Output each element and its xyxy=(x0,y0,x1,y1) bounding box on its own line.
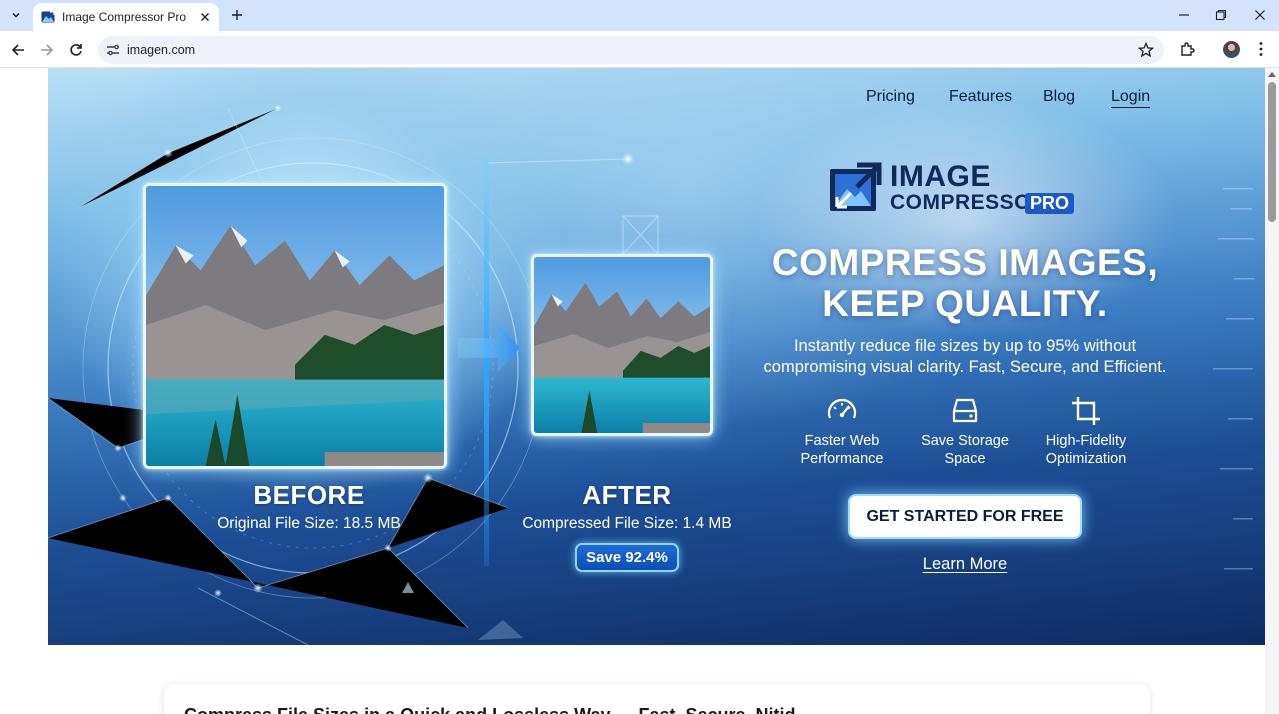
hard-drive-icon xyxy=(952,398,978,423)
hero-banner: Pricing Features Blog Login BEFORE Origi… xyxy=(48,68,1265,645)
arrow-right-icon xyxy=(41,44,54,56)
before-image xyxy=(143,183,447,469)
feature-save-storage: Save Storage Space xyxy=(905,394,1025,468)
before-caption: Original File Size: 18.5 MB xyxy=(217,515,401,532)
profile-avatar[interactable] xyxy=(1223,41,1240,58)
speedometer-icon xyxy=(827,398,857,419)
tab-search-button[interactable] xyxy=(6,5,26,25)
nav-login-link[interactable]: Login xyxy=(1111,88,1151,108)
back-button[interactable] xyxy=(8,40,28,60)
arrow-left-icon xyxy=(11,44,24,56)
logo-pro-badge: PRO xyxy=(1025,193,1075,214)
hero-headline-line1: COMPRESS IMAGES, xyxy=(771,242,1159,283)
feature-high-fidelity: High-Fidelity Optimization xyxy=(1026,394,1146,468)
nav-features-link[interactable]: Features xyxy=(949,88,1012,106)
hero-subtitle-line1: Instantly reduce file sizes by up to 95%… xyxy=(793,337,1137,355)
page-viewport: Pricing Features Blog Login BEFORE Origi… xyxy=(0,68,1279,714)
feature-label-line2: Performance xyxy=(800,450,884,467)
nav-pricing-link[interactable]: Pricing xyxy=(866,88,915,106)
feature-faster-web: Faster Web Performance xyxy=(782,394,902,468)
favicon-icon xyxy=(41,11,55,23)
plus-icon xyxy=(232,10,242,20)
restore-button[interactable] xyxy=(1212,6,1230,24)
after-title: AFTER xyxy=(582,480,672,510)
close-icon xyxy=(201,13,209,21)
mountain-lake-image xyxy=(146,186,444,466)
reload-button[interactable] xyxy=(66,40,86,60)
close-tab-button[interactable] xyxy=(197,9,213,25)
address-bar[interactable]: imagen.com xyxy=(98,36,1164,64)
site-info-icon[interactable] xyxy=(106,43,120,57)
more-menu-icon[interactable] xyxy=(1258,41,1264,57)
next-section-card: Compress File Sizes in a Quick and Lossl… xyxy=(164,684,1150,714)
logo-text-compressor: COMPRESSOR xyxy=(890,191,1047,214)
after-image xyxy=(531,254,713,436)
nav-blog-link[interactable]: Blog xyxy=(1043,88,1075,106)
page-scrollbar[interactable] xyxy=(1265,68,1279,714)
feature-label-line1: High-Fidelity xyxy=(1045,433,1127,449)
learn-more-link[interactable]: Learn More xyxy=(918,555,1012,574)
feature-label-line2: Space xyxy=(944,450,986,467)
browser-toolbar: imagen.com xyxy=(0,31,1279,68)
savings-badge: Save 92.4% xyxy=(575,543,679,572)
tab-title: Image Compressor Pro xyxy=(62,10,187,24)
extensions-puzzle-icon[interactable] xyxy=(1179,40,1197,58)
close-icon xyxy=(1255,10,1265,20)
chevron-down-icon xyxy=(12,12,20,18)
minimize-button[interactable] xyxy=(1175,6,1193,24)
feature-label-line2: Optimization xyxy=(1045,450,1127,467)
image-compressor-logo-icon xyxy=(830,162,882,211)
url-text: imagen.com xyxy=(127,43,196,57)
close-window-button[interactable] xyxy=(1251,6,1269,24)
browser-tab[interactable]: Image Compressor Pro xyxy=(33,3,219,31)
feature-label-line1: Faster Web xyxy=(804,433,880,449)
scrollbar-thumb[interactable] xyxy=(1268,82,1276,222)
bookmark-star-icon[interactable] xyxy=(1138,42,1154,58)
new-tab-button[interactable] xyxy=(228,6,246,24)
hero-subtitle-line2: compromising visual clarity. Fast, Secur… xyxy=(763,358,1167,376)
tab-strip: Image Compressor Pro xyxy=(0,0,1279,31)
minimize-icon xyxy=(1179,14,1189,16)
hero-headline-line2: KEEP QUALITY. xyxy=(822,283,1108,324)
feature-label-line1: Save Storage xyxy=(921,433,1009,449)
reload-icon xyxy=(70,44,82,56)
mountain-lake-image xyxy=(534,257,710,433)
scroll-up-arrow[interactable] xyxy=(1268,72,1276,77)
next-section-heading: Compress File Sizes in a Quick and Lossl… xyxy=(184,705,796,714)
restore-icon xyxy=(1215,9,1227,21)
crop-icon xyxy=(1072,397,1100,425)
before-title: BEFORE xyxy=(253,480,365,510)
logo-text-image: IMAGE xyxy=(890,160,991,193)
get-started-button[interactable]: GET STARTED FOR FREE xyxy=(848,494,1082,539)
forward-button[interactable] xyxy=(37,40,57,60)
after-caption: Compressed File Size: 1.4 MB xyxy=(522,515,732,532)
